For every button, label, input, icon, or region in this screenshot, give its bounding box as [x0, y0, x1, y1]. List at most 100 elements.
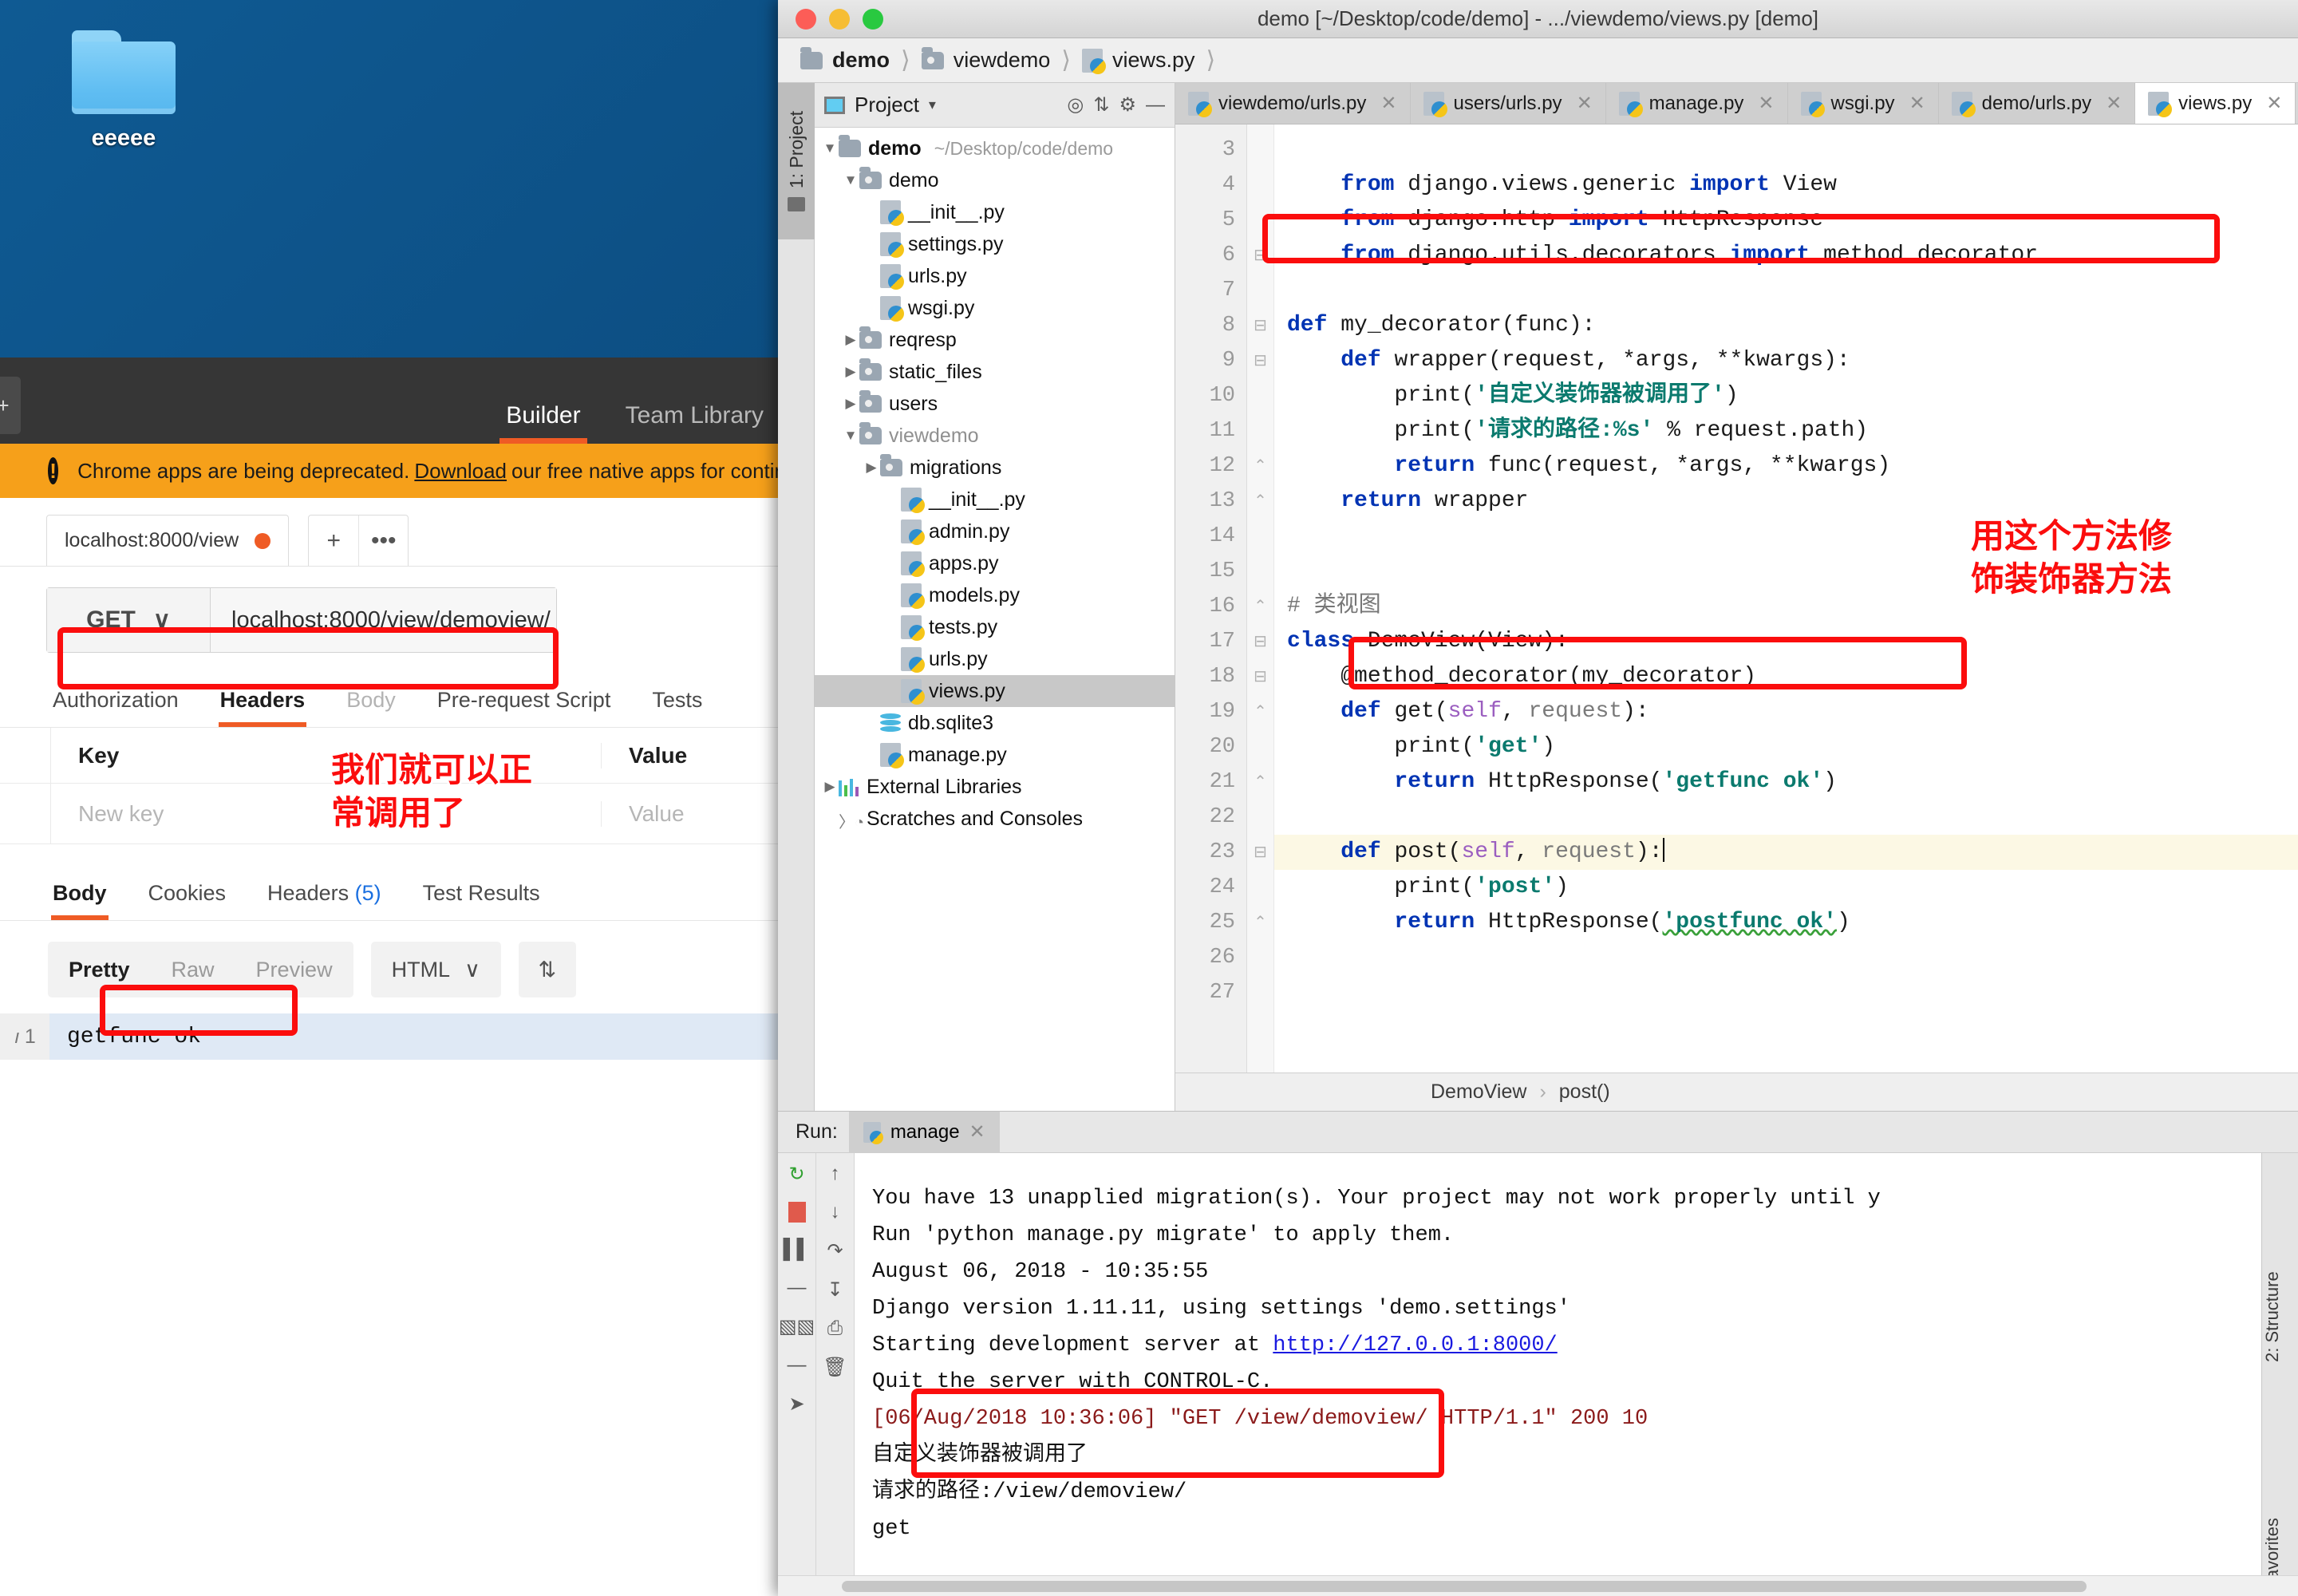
tree-item-manage-py[interactable]: manage.py — [815, 739, 1175, 771]
print-icon[interactable]: ⎙ — [827, 1317, 843, 1340]
tree-item-settings-py[interactable]: settings.py — [815, 228, 1175, 260]
code-line[interactable]: print('get') — [1274, 729, 2298, 764]
fold-toggle-icon[interactable]: ⊟ — [1247, 238, 1273, 273]
rerun-icon[interactable]: ↻ — [788, 1163, 804, 1186]
dash2-icon[interactable]: — — [788, 1354, 807, 1377]
code-line[interactable]: def my_decorator(func): — [1274, 308, 2298, 343]
gear-icon[interactable]: ⚙ — [1119, 93, 1136, 117]
collapse-all-icon[interactable]: ⇅ — [1093, 93, 1109, 117]
close-icon[interactable]: ✕ — [1577, 92, 1593, 115]
subtab-pre-request-script[interactable]: Pre-request Script — [417, 678, 632, 727]
twisty-expanded-icon[interactable]: ▼ — [842, 172, 859, 188]
subtab-headers[interactable]: Headers — [199, 678, 326, 727]
add-tab-button[interactable]: + — [309, 516, 358, 566]
code-line[interactable] — [1274, 132, 2298, 168]
tree-item-users[interactable]: ▶ users — [815, 388, 1175, 420]
fold-toggle-icon[interactable]: ⌃ — [1247, 448, 1273, 484]
code-line[interactable]: return HttpResponse('postfunc ok') — [1274, 905, 2298, 940]
editor-tab-demo-urls-py[interactable]: demo/urls.py ✕ — [1938, 83, 2136, 124]
code-line[interactable]: class DemoView(View): — [1274, 624, 2298, 659]
locate-icon[interactable]: ◎ — [1067, 93, 1084, 117]
layout-icon[interactable]: ▧▧ — [779, 1315, 815, 1338]
console-output[interactable]: You have 13 unapplied migration(s). Your… — [855, 1153, 2261, 1575]
breadcrumb-class[interactable]: DemoView — [1431, 1080, 1526, 1104]
fold-toggle-icon[interactable]: ⌃ — [1247, 905, 1273, 940]
tree-item-urls-py[interactable]: urls.py — [815, 643, 1175, 675]
fold-toggle-icon[interactable]: ⊟ — [1247, 308, 1273, 343]
down-arrow-icon[interactable]: ↓ — [831, 1201, 840, 1223]
close-icon[interactable]: ✕ — [2106, 92, 2122, 115]
breadcrumb-demo[interactable]: demo — [800, 46, 890, 73]
tree-item-static-files[interactable]: ▶ static_files — [815, 356, 1175, 388]
response-format-select[interactable]: HTML ∨ — [370, 942, 501, 998]
fold-toggle-icon[interactable]: ⊟ — [1247, 835, 1273, 870]
code-line[interactable]: print('请求的路径:%s' % request.path) — [1274, 413, 2298, 448]
editor-tab-wsgi-py[interactable]: wsgi.py ✕ — [1787, 83, 1939, 124]
twisty-expanded-icon[interactable]: ▼ — [842, 428, 859, 444]
code-line[interactable]: print('post') — [1274, 870, 2298, 905]
new-value-input[interactable]: Value — [602, 801, 685, 827]
close-icon[interactable]: ✕ — [969, 1120, 985, 1144]
editor-tab-manage-py[interactable]: manage.py ✕ — [1605, 83, 1788, 124]
wrap-lines-button[interactable]: ⇅ — [518, 942, 576, 998]
tree-item-apps-py[interactable]: apps.py — [815, 547, 1175, 579]
tree-item-tests-py[interactable]: tests.py — [815, 611, 1175, 643]
request-tab[interactable]: localhost:8000/view — [46, 515, 290, 566]
code-line[interactable]: def wrapper(request, *args, **kwargs): — [1274, 343, 2298, 378]
subtab-body[interactable]: Body — [326, 678, 417, 727]
twisty-collapsed-icon[interactable]: ▶ — [842, 396, 859, 412]
tab-team-library[interactable]: Team Library — [603, 402, 786, 444]
tree-item--init-py[interactable]: __init__.py — [815, 484, 1175, 516]
code-line[interactable]: return func(request, *args, **kwargs) — [1274, 448, 2298, 484]
breadcrumb-viewdemo[interactable]: viewdemo — [921, 46, 1050, 73]
resp-tab-cookies[interactable]: Cookies — [128, 871, 247, 920]
twisty-expanded-icon[interactable]: ▼ — [821, 140, 839, 156]
view-mode-preview[interactable]: Preview — [235, 958, 353, 982]
http-method-select[interactable]: GET ∨ — [47, 588, 211, 652]
tree-item-demo[interactable]: ▼ demo — [815, 164, 1175, 196]
tree-item-models-py[interactable]: models.py — [815, 579, 1175, 611]
tree-item--init-py[interactable]: __init__.py — [815, 196, 1175, 228]
run-configuration-tab[interactable]: manage ✕ — [848, 1111, 1000, 1153]
view-mode-pretty[interactable]: Pretty — [48, 958, 151, 982]
fold-toggle-icon[interactable]: ⌃ — [1247, 589, 1273, 624]
tree-item-reqresp[interactable]: ▶ reqresp — [815, 324, 1175, 356]
fold-toggle-icon[interactable]: ⌃ — [1247, 764, 1273, 800]
resp-tab-body[interactable]: Body — [32, 871, 128, 920]
view-mode-raw[interactable]: Raw — [151, 958, 235, 982]
resp-tab-headers[interactable]: Headers (5) — [247, 871, 402, 920]
dash-icon[interactable]: — — [788, 1277, 807, 1299]
fold-toggle-icon[interactable]: ⊟ — [1247, 624, 1273, 659]
soft-wrap-icon[interactable]: ↷ — [827, 1239, 843, 1262]
code-line[interactable] — [1274, 273, 2298, 308]
code-line[interactable]: def get(self, request): — [1274, 694, 2298, 729]
fold-toggle-icon[interactable]: ⊟ — [1247, 659, 1273, 694]
tree-item-urls-py[interactable]: urls.py — [815, 260, 1175, 292]
pin-icon[interactable]: ➤ — [788, 1393, 804, 1416]
code-line[interactable]: return wrapper — [1274, 484, 2298, 519]
sidebar-item-structure[interactable]: 2: Structure — [2262, 1201, 2298, 1432]
tree-item-migrations[interactable]: ▶ migrations — [815, 452, 1175, 484]
tab-options-button[interactable]: ••• — [358, 516, 408, 566]
subtab-authorization[interactable]: Authorization — [32, 678, 199, 727]
tree-item-views-py[interactable]: views.py — [815, 675, 1175, 707]
twisty-collapsed-icon[interactable]: ▶ — [842, 332, 859, 348]
code-line[interactable] — [1274, 940, 2298, 975]
sidebar-item-favorites[interactable]: 2: Favorites — [2262, 1448, 2298, 1596]
close-icon[interactable]: ✕ — [2266, 92, 2282, 115]
url-input[interactable]: localhost:8000/view/demoview/ — [211, 588, 556, 652]
editor-tab-viewdemo-urls-py[interactable]: viewdemo/urls.py ✕ — [1175, 83, 1411, 124]
desktop-folder-eeeee[interactable]: eeeee — [44, 30, 203, 152]
chevron-down-icon[interactable]: ▾ — [929, 97, 936, 113]
close-icon[interactable]: ✕ — [1758, 92, 1774, 115]
breadcrumb-viewspy[interactable]: views.py — [1082, 48, 1195, 74]
horizontal-scrollbar[interactable] — [778, 1575, 2298, 1596]
twisty-collapsed-icon[interactable]: ▶ — [863, 460, 880, 476]
fold-toggle-icon[interactable]: ⊟ — [1247, 343, 1273, 378]
code-line[interactable]: from django.http import HttpResponse — [1274, 203, 2298, 238]
close-icon[interactable]: ✕ — [1909, 92, 1925, 115]
scroll-to-end-icon[interactable]: ↧ — [827, 1278, 843, 1302]
tree-item-wsgi-py[interactable]: wsgi.py — [815, 292, 1175, 324]
editor-tab-users-urls-py[interactable]: users/urls.py ✕ — [1410, 83, 1606, 124]
tree-item-demo[interactable]: ▼ demo ~/Desktop/code/demo — [815, 132, 1175, 164]
